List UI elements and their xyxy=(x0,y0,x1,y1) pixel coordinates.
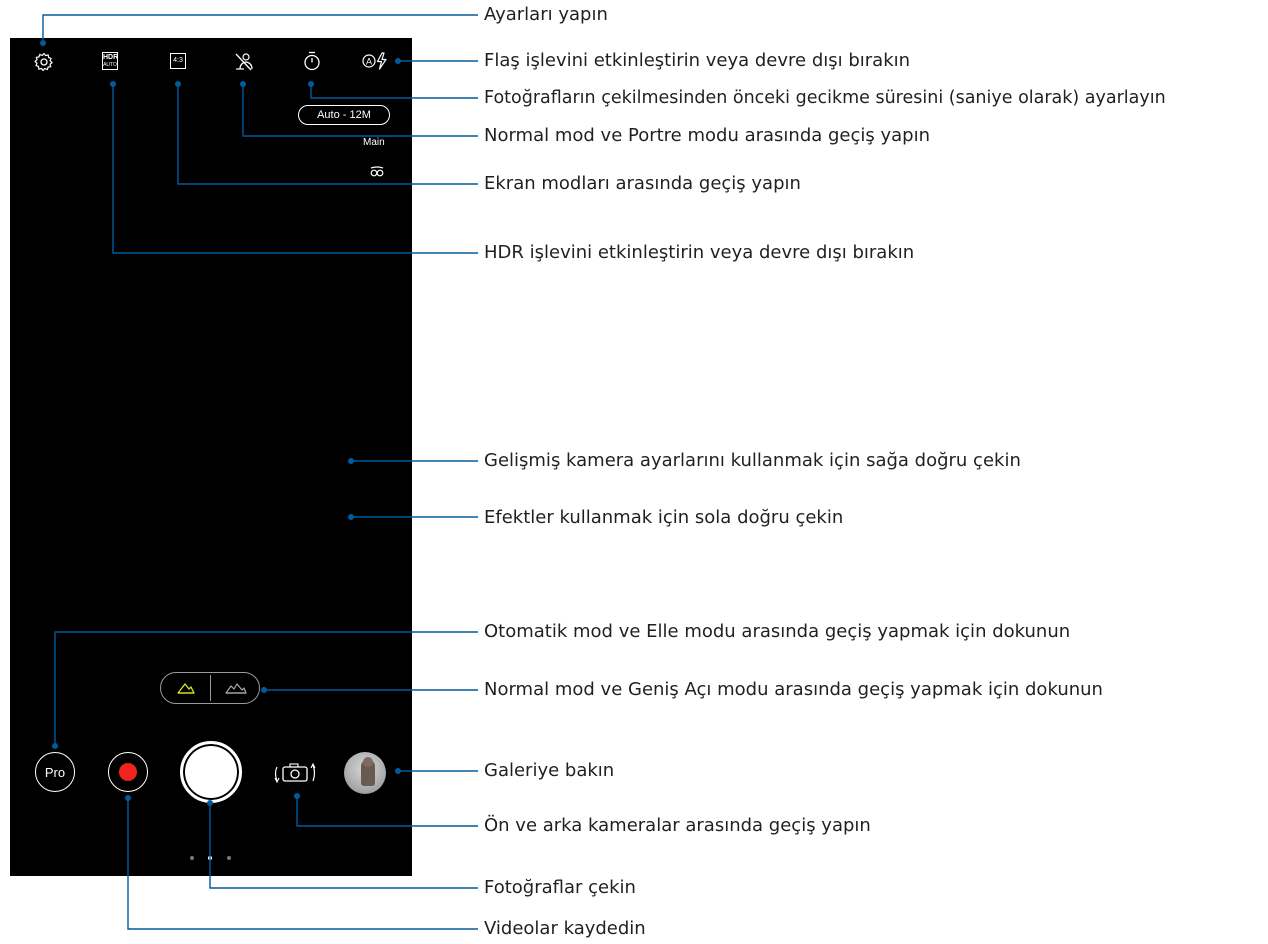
record-dot xyxy=(119,763,137,781)
page-dot-1 xyxy=(190,856,194,860)
aspect-ratio-icon[interactable]: 4:3 xyxy=(170,53,186,69)
callout-screen-mode: Ekran modları arasında geçiş yapın xyxy=(484,173,801,194)
flash-auto-icon[interactable]: A xyxy=(362,51,390,71)
callout-timer: Fotoğrafların çekilmesinden önceki gecik… xyxy=(484,88,1166,108)
beauty-owl-icon[interactable] xyxy=(370,166,384,178)
camera-main-label: Main xyxy=(363,137,385,148)
callout-take-photo: Fotoğraflar çekin xyxy=(484,877,636,898)
page-dot-2-active xyxy=(208,856,212,860)
shutter-inner xyxy=(186,747,236,797)
lens-divider xyxy=(210,675,211,701)
aspect-ratio-label: 4:3 xyxy=(173,57,183,64)
settings-gear-icon[interactable] xyxy=(34,52,54,72)
callout-flash: Flaş işlevini etkinleştirin veya devre d… xyxy=(484,50,911,71)
callout-gallery: Galeriye bakın xyxy=(484,760,615,781)
callout-record-video: Videolar kaydedin xyxy=(484,918,646,939)
callout-swipe-right: Gelişmiş kamera ayarlarını kullanmak içi… xyxy=(484,450,1021,471)
record-video-button[interactable] xyxy=(108,752,148,792)
normal-lens-icon[interactable] xyxy=(177,681,195,695)
lens-mode-toggle[interactable] xyxy=(160,672,260,704)
timer-icon[interactable] xyxy=(302,50,322,72)
callout-wide-angle: Normal mod ve Geniş Açı modu arasında ge… xyxy=(484,679,1103,700)
hdr-icon-bottom: AUTO xyxy=(103,62,117,68)
callout-switch-camera: Ön ve arka kameralar arasında geçiş yapı… xyxy=(484,815,871,836)
wide-lens-icon[interactable] xyxy=(225,681,247,695)
svg-text:A: A xyxy=(366,57,372,67)
switch-camera-icon[interactable] xyxy=(271,757,319,789)
gallery-thumbnail[interactable] xyxy=(344,752,386,794)
pro-mode-button[interactable]: Pro xyxy=(35,752,75,792)
callout-portrait: Normal mod ve Portre modu arasında geçiş… xyxy=(484,125,931,146)
callout-manual-mode: Otomatik mod ve Elle modu arasında geçiş… xyxy=(484,621,1071,642)
page-dot-3 xyxy=(227,856,231,860)
callout-swipe-left: Efektler kullanmak için sola doğru çekin xyxy=(484,507,844,528)
shutter-button[interactable] xyxy=(180,741,242,803)
callout-settings: Ayarları yapın xyxy=(484,4,608,25)
resolution-badge[interactable]: Auto - 12M xyxy=(298,105,390,125)
gallery-figure-head xyxy=(363,757,373,767)
portrait-off-icon[interactable] xyxy=(233,51,255,73)
callout-hdr: HDR işlevini etkinleştirin veya devre dı… xyxy=(484,242,915,263)
hdr-icon-top: HDR xyxy=(103,54,119,61)
hdr-auto-icon[interactable]: HDR AUTO xyxy=(102,52,118,70)
